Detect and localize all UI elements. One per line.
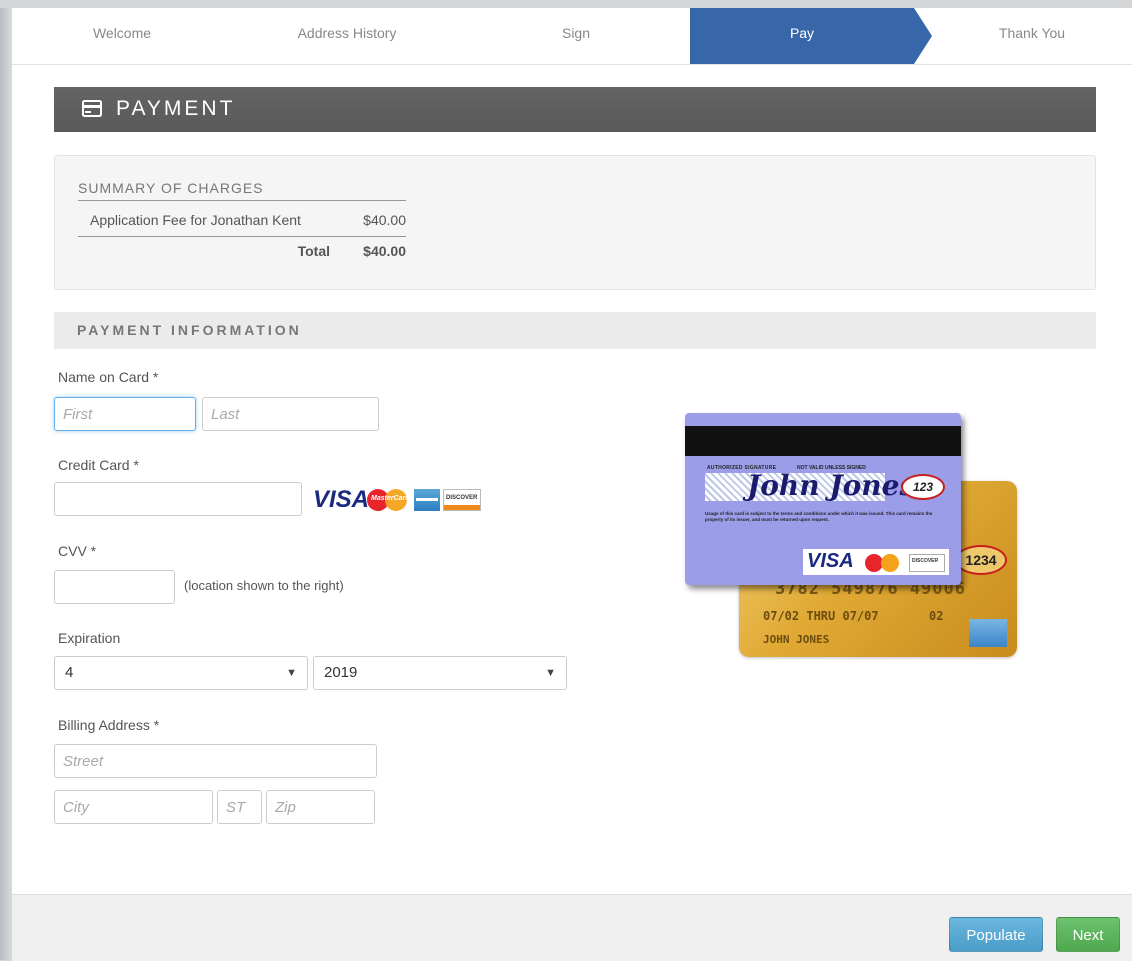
footer-bar: Populate Next — [12, 894, 1132, 961]
card-back-logos: VISA DISCOVER — [803, 549, 949, 575]
step-address-history[interactable]: Address History — [232, 8, 462, 64]
discover-logo-icon: DISCOVER — [909, 554, 945, 572]
payment-header: PAYMENT — [54, 87, 1096, 132]
progress-steps: Welcome Address History Sign Pay Thank Y… — [12, 8, 1132, 65]
window-edge — [0, 8, 12, 960]
card-name-text: JOHN JONES — [763, 633, 830, 646]
page-title: PAYMENT — [116, 97, 236, 120]
step-pay-arrow — [914, 8, 932, 64]
cvv-input[interactable] — [54, 570, 175, 604]
credit-card-icon — [82, 100, 102, 122]
charge-row: Application Fee for Jonathan Kent $40.00 — [78, 206, 406, 234]
step-welcome[interactable]: Welcome — [12, 8, 232, 64]
card-back-illustration: AUTHORIZED SIGNATURE NOT VALID UNLESS SI… — [685, 413, 961, 585]
expiration-month-select[interactable]: 4 ▼ — [54, 656, 308, 690]
payment-information-header: PAYMENT INFORMATION — [54, 312, 1096, 349]
expiration-year-select[interactable]: 2019 ▼ — [313, 656, 567, 690]
next-button[interactable]: Next — [1056, 917, 1120, 952]
step-sign[interactable]: Sign — [462, 8, 690, 64]
step-thank-you[interactable]: Thank You — [932, 8, 1132, 64]
credit-card-input[interactable] — [54, 482, 302, 516]
payment-page: Welcome Address History Sign Pay Thank Y… — [12, 8, 1132, 961]
last-name-input[interactable] — [202, 397, 379, 431]
billing-address-label: Billing Address * — [58, 717, 160, 733]
payment-information-title: PAYMENT INFORMATION — [77, 322, 302, 338]
total-row: Total $40.00 — [78, 236, 406, 265]
zip-input[interactable] — [266, 790, 375, 824]
street-input[interactable] — [54, 744, 377, 778]
discover-logo-icon: DISCOVER — [443, 489, 481, 511]
signature-text: John Jones — [747, 469, 916, 502]
expiration-label: Expiration — [58, 630, 121, 646]
mastercard-logo-text: MasterCard — [371, 495, 410, 502]
cvv-hint: (location shown to the right) — [184, 578, 344, 593]
expiration-year-value: 2019 — [324, 664, 358, 681]
charge-amount: $40.00 — [363, 212, 406, 228]
state-input[interactable] — [217, 790, 262, 824]
expiration-month-value: 4 — [65, 664, 74, 681]
cvv-label: CVV * — [58, 543, 97, 559]
credit-card-label: Credit Card * — [58, 457, 139, 473]
back-cvv-callout: 123 — [901, 474, 945, 500]
total-amount: $40.00 — [363, 243, 406, 259]
chevron-down-icon: ▼ — [545, 667, 556, 679]
mastercard-logo-icon — [865, 554, 905, 572]
visa-logo-icon: VISA — [313, 486, 370, 513]
summary-of-charges: SUMMARY OF CHARGES Application Fee for J… — [54, 155, 1096, 290]
step-pay[interactable]: Pay — [690, 8, 914, 64]
name-on-card-label: Name on Card * — [58, 369, 159, 385]
summary-heading: SUMMARY OF CHARGES — [78, 180, 406, 201]
first-name-input[interactable] — [54, 397, 196, 431]
amex-logo-icon — [969, 619, 1007, 647]
visa-logo-icon: VISA — [807, 550, 854, 572]
discover-logo-text: DISCOVER — [446, 495, 478, 501]
mastercard-logo-icon: MasterCard — [367, 489, 411, 511]
charge-description: Application Fee for Jonathan Kent — [90, 212, 301, 228]
card-fine-print: Usage of this card is subject to the ter… — [705, 511, 933, 522]
chevron-down-icon: ▼ — [286, 667, 297, 679]
total-label: Total — [297, 243, 330, 259]
populate-button[interactable]: Populate — [949, 917, 1043, 952]
city-input[interactable] — [54, 790, 213, 824]
amex-logo-icon — [414, 489, 440, 511]
magnetic-strip — [685, 426, 961, 456]
card-dates-text: 07/02 THRU 07/07 — [763, 609, 879, 623]
front-cvv-callout: 1234 — [955, 545, 1007, 575]
card-member-text: 02 — [929, 609, 944, 623]
